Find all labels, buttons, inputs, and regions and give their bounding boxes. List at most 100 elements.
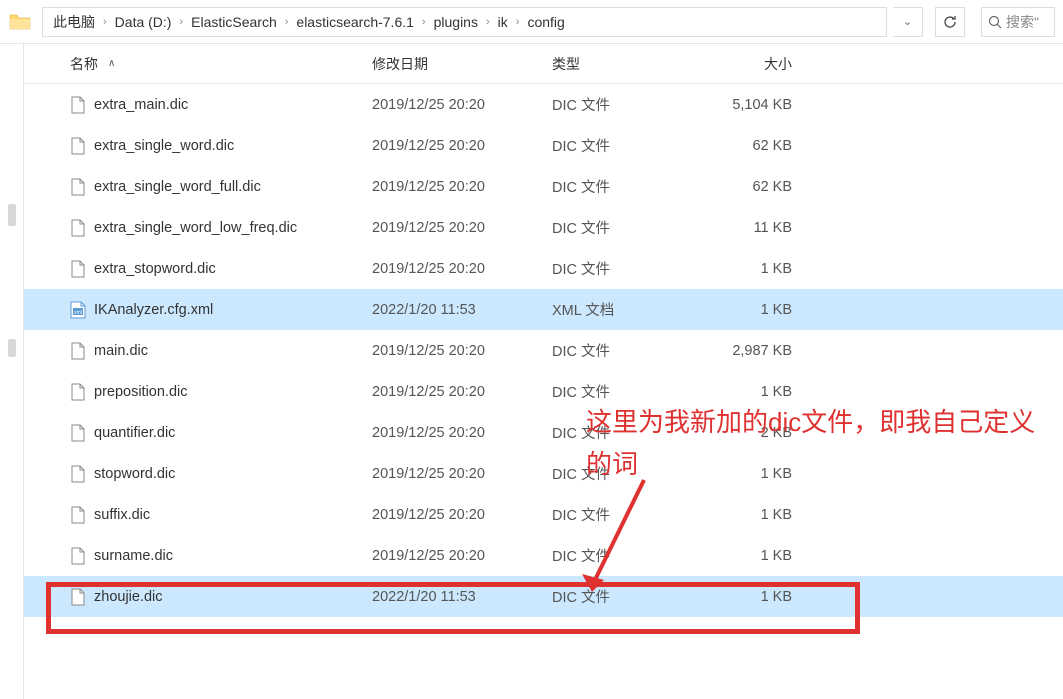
file-name-cell: preposition.dic (70, 382, 372, 402)
breadcrumb-sep: › (281, 16, 293, 28)
document-file-icon (70, 95, 86, 115)
column-name-label: 名称 (70, 54, 98, 74)
file-name: extra_single_word_full.dic (94, 179, 261, 195)
file-name-cell: xmlIKAnalyzer.cfg.xml (70, 300, 372, 320)
column-name-header[interactable]: 名称 ∧ (70, 54, 372, 74)
file-type: DIC 文件 (552, 504, 704, 525)
file-name-cell: extra_main.dic (70, 95, 372, 115)
column-type-header[interactable]: 类型 (552, 54, 704, 74)
file-date: 2022/1/20 11:53 (372, 302, 552, 318)
document-file-icon (70, 177, 86, 197)
file-type: DIC 文件 (552, 545, 704, 566)
file-row[interactable]: extra_main.dic2019/12/25 20:20DIC 文件5,10… (24, 84, 1063, 125)
column-size-header[interactable]: 大小 (704, 54, 800, 74)
breadcrumb-item[interactable]: config (523, 14, 568, 30)
file-row[interactable]: xmlIKAnalyzer.cfg.xml2022/1/20 11:53XML … (24, 289, 1063, 330)
file-size: 5,104 KB (704, 97, 800, 113)
file-type: DIC 文件 (552, 217, 704, 238)
file-size: 1 KB (704, 507, 800, 523)
file-name: extra_single_word_low_freq.dic (94, 220, 297, 236)
file-size: 62 KB (704, 179, 800, 195)
file-date: 2019/12/25 20:20 (372, 507, 552, 523)
file-row[interactable]: main.dic 2019/12/25 20:20DIC 文件2,987 KB (24, 330, 1063, 371)
file-date: 2019/12/25 20:20 (372, 179, 552, 195)
file-type: DIC 文件 (552, 340, 704, 361)
file-type: DIC 文件 (552, 381, 704, 402)
file-type: XML 文档 (552, 299, 704, 320)
file-type: DIC 文件 (552, 176, 704, 197)
file-size: 1 KB (704, 384, 800, 400)
file-type: DIC 文件 (552, 135, 704, 156)
document-file-icon (70, 218, 86, 238)
file-row[interactable]: preposition.dic2019/12/25 20:20DIC 文件1 K… (24, 371, 1063, 412)
strip-marker (8, 339, 16, 357)
content-area: 名称 ∧ 修改日期 类型 大小 extra_main.dic2019/12/25… (0, 44, 1063, 699)
breadcrumb-item[interactable]: plugins (430, 14, 482, 30)
toolbar: 此电脑 › Data (D:) › ElasticSearch › elasti… (0, 0, 1063, 44)
file-name: surname.dic (94, 548, 173, 564)
file-row[interactable]: extra_single_word_low_freq.dic2019/12/25… (24, 207, 1063, 248)
column-header-row: 名称 ∧ 修改日期 类型 大小 (24, 44, 1063, 84)
document-file-icon (70, 505, 86, 525)
document-file-icon (70, 341, 86, 361)
file-name: extra_main.dic (94, 97, 188, 113)
file-type: DIC 文件 (552, 422, 704, 443)
file-name: extra_single_word.dic (94, 138, 234, 154)
file-size: 1 KB (704, 589, 800, 605)
file-date: 2022/1/20 11:53 (372, 589, 552, 605)
file-name-cell: extra_single_word.dic (70, 136, 372, 156)
breadcrumb-item[interactable]: ElasticSearch (187, 14, 281, 30)
file-name-cell: stopword.dic (70, 464, 372, 484)
breadcrumb-item[interactable]: 此电脑 (49, 12, 99, 32)
refresh-button[interactable] (935, 7, 965, 37)
file-name-cell: suffix.dic (70, 505, 372, 525)
file-row[interactable]: zhoujie.dic2022/1/20 11:53DIC 文件1 KB (24, 576, 1063, 617)
file-row[interactable]: extra_stopword.dic 2019/12/25 20:20DIC 文件… (24, 248, 1063, 289)
document-file-icon (70, 259, 86, 279)
nav-expand-button[interactable]: ⌄ (893, 7, 923, 37)
file-name-cell: quantifier.dic (70, 423, 372, 443)
refresh-icon (942, 14, 958, 30)
file-size: 2 KB (704, 425, 800, 441)
file-row[interactable]: suffix.dic 2019/12/25 20:20DIC 文件1 KB (24, 494, 1063, 535)
svg-text:xml: xml (74, 310, 82, 316)
file-date: 2019/12/25 20:20 (372, 466, 552, 482)
file-row[interactable]: stopword.dic2019/12/25 20:20DIC 文件1 KB (24, 453, 1063, 494)
file-date: 2019/12/25 20:20 (372, 138, 552, 154)
file-type: DIC 文件 (552, 94, 704, 115)
file-type: DIC 文件 (552, 258, 704, 279)
file-name: suffix.dic (94, 507, 150, 523)
file-row[interactable]: quantifier.dic2019/12/25 20:20DIC 文件2 KB (24, 412, 1063, 453)
file-date: 2019/12/25 20:20 (372, 261, 552, 277)
document-file-icon (70, 546, 86, 566)
document-file-icon (70, 382, 86, 402)
breadcrumb-item[interactable]: Data (D:) (111, 14, 176, 30)
file-date: 2019/12/25 20:20 (372, 425, 552, 441)
left-sidebar-strip (0, 44, 24, 699)
column-date-header[interactable]: 修改日期 (372, 54, 552, 74)
file-row[interactable]: extra_single_word.dic 2019/12/25 20:20DIC… (24, 125, 1063, 166)
breadcrumb-sep: › (175, 16, 187, 28)
file-size: 1 KB (704, 261, 800, 277)
file-date: 2019/12/25 20:20 (372, 384, 552, 400)
breadcrumb[interactable]: 此电脑 › Data (D:) › ElasticSearch › elasti… (42, 7, 887, 37)
file-name: stopword.dic (94, 466, 175, 482)
file-name: main.dic (94, 343, 148, 359)
file-size: 11 KB (704, 220, 800, 236)
breadcrumb-item[interactable]: ik (494, 14, 512, 30)
file-date: 2019/12/25 20:20 (372, 343, 552, 359)
file-name: extra_stopword.dic (94, 261, 216, 277)
sort-indicator-icon: ∧ (108, 58, 115, 69)
breadcrumb-sep: › (99, 16, 111, 28)
file-row[interactable]: surname.dic2019/12/25 20:20DIC 文件1 KB (24, 535, 1063, 576)
breadcrumb-sep: › (512, 16, 524, 28)
file-date: 2019/12/25 20:20 (372, 548, 552, 564)
document-file-icon (70, 464, 86, 484)
search-input[interactable]: 搜索" (981, 7, 1055, 37)
file-type: DIC 文件 (552, 586, 704, 607)
file-row[interactable]: extra_single_word_full.dic 2019/12/25 20:… (24, 166, 1063, 207)
search-icon (988, 15, 1002, 29)
file-size: 2,987 KB (704, 343, 800, 359)
xml-file-icon: xml (70, 300, 86, 320)
breadcrumb-item[interactable]: elasticsearch-7.6.1 (292, 14, 418, 30)
